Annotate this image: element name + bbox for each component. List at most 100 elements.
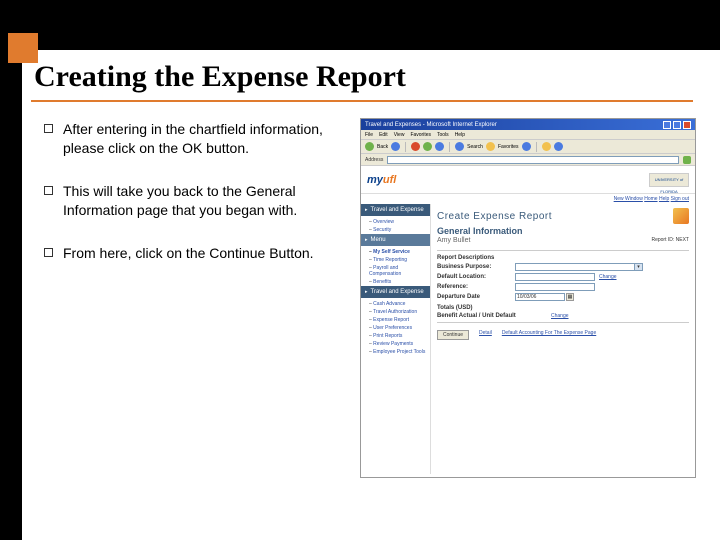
sidenav-item[interactable]: Payroll and Compensation <box>361 264 430 278</box>
slide-border-top <box>0 0 720 50</box>
toolbar-separator <box>536 142 537 152</box>
departure-date-input[interactable]: 10/03/06 <box>515 293 565 301</box>
menu-view[interactable]: View <box>394 132 405 138</box>
myufl-logo: myufl <box>367 174 396 186</box>
sidenav-item[interactable]: Time Reporting <box>361 256 430 264</box>
benefit-label: Benefit Actual / Unit Default <box>437 313 547 319</box>
address-label: Address <box>365 157 383 163</box>
reference-input[interactable] <box>515 283 595 291</box>
help-link[interactable]: Help <box>659 196 669 202</box>
divider <box>437 322 689 323</box>
menu-file[interactable]: File <box>365 132 373 138</box>
employee-name: Amy Bullet <box>437 237 470 244</box>
refresh-icon[interactable] <box>423 142 432 151</box>
sidenav-item[interactable]: Travel Authorization <box>361 308 430 316</box>
logo-ufl: ufl <box>383 174 396 186</box>
change-link-2[interactable]: Change <box>551 313 569 319</box>
favorites-icon[interactable] <box>486 142 495 151</box>
back-icon[interactable] <box>365 142 374 151</box>
slide-title: Creating the Expense Report <box>34 60 406 94</box>
close-icon[interactable] <box>683 121 691 129</box>
report-desc-label: Report Descriptions <box>437 255 689 261</box>
calendar-icon[interactable]: ▦ <box>566 293 574 301</box>
sidenav-section-menu[interactable]: Menu <box>361 234 430 246</box>
home-icon[interactable] <box>435 142 444 151</box>
report-id-value: NEXT <box>676 237 689 243</box>
sidenav-section-travel[interactable]: Travel and Expense <box>361 204 430 216</box>
bullet-marker-icon <box>44 186 53 195</box>
menu-tools[interactable]: Tools <box>437 132 449 138</box>
slide-border-left <box>0 0 22 540</box>
default-accounting-link[interactable]: Default Accounting For The Expense Page <box>502 330 596 336</box>
forward-icon[interactable] <box>391 142 400 151</box>
continue-button[interactable]: Continue <box>437 330 469 340</box>
search-icon[interactable] <box>455 142 464 151</box>
history-icon[interactable] <box>522 142 531 151</box>
sidenav-item[interactable]: Review Payments <box>361 340 430 348</box>
menu-favorites[interactable]: Favorites <box>410 132 431 138</box>
expense-cube-icon <box>673 208 689 224</box>
menu-edit[interactable]: Edit <box>379 132 388 138</box>
sidenav-section-te[interactable]: Travel and Expense <box>361 286 430 298</box>
bullet-list: After entering in the chartfield informa… <box>44 120 344 286</box>
sidenav-selfservice[interactable]: My Self Service <box>361 248 430 256</box>
bullet-text: From here, click on the Continue Button. <box>63 244 314 263</box>
business-purpose-label: Business Purpose: <box>437 264 515 270</box>
browser-toolbar: Back Search Favorites <box>361 140 695 154</box>
sidenav-item[interactable]: Cash Advance <box>361 300 430 308</box>
app-header: myufl UNIVERSITY of FLORIDA <box>361 166 695 194</box>
side-nav: Travel and Expense Overview Security Men… <box>361 204 431 474</box>
sidenav-item-overview[interactable]: Overview <box>361 218 430 226</box>
departure-date-label: Departure Date <box>437 294 515 300</box>
search-label[interactable]: Search <box>467 144 483 150</box>
detail-link[interactable]: Detail <box>479 330 492 336</box>
print-icon[interactable] <box>554 142 563 151</box>
sidenav-item[interactable]: Expense Report <box>361 316 430 324</box>
logo-my: my <box>367 174 383 186</box>
window-controls <box>663 121 691 129</box>
default-location-label: Default Location: <box>437 274 515 280</box>
field-row-default-location: Default Location: Change <box>437 273 689 281</box>
page-subheading: General Information <box>437 226 689 236</box>
default-location-input[interactable] <box>515 273 595 281</box>
go-icon[interactable] <box>683 156 691 164</box>
bullet-marker-icon <box>44 248 53 257</box>
employee-row: Amy Bullet Report ID: NEXT <box>437 237 689 247</box>
business-purpose-select[interactable] <box>515 263 635 271</box>
sidenav-item[interactable]: Print Reports <box>361 332 430 340</box>
field-row-business-purpose: Business Purpose: ▾ <box>437 263 689 271</box>
divider <box>437 250 689 251</box>
bullet-marker-icon <box>44 124 53 133</box>
bullet-item: This will take you back to the General I… <box>44 182 344 220</box>
bullet-item: From here, click on the Continue Button. <box>44 244 344 263</box>
sidenav-item[interactable]: Benefits <box>361 278 430 286</box>
bullet-item: After entering in the chartfield informa… <box>44 120 344 158</box>
change-link[interactable]: Change <box>599 274 617 280</box>
home-link[interactable]: Home <box>644 196 657 202</box>
favorites-label[interactable]: Favorites <box>498 144 519 150</box>
stop-icon[interactable] <box>411 142 420 151</box>
bullet-text: This will take you back to the General I… <box>63 182 344 220</box>
minimize-icon[interactable] <box>663 121 671 129</box>
menu-help[interactable]: Help <box>455 132 465 138</box>
browser-menubar: File Edit View Favorites Tools Help <box>361 130 695 140</box>
sidenav-item-security[interactable]: Security <box>361 226 430 234</box>
app-body: Travel and Expense Overview Security Men… <box>361 204 695 474</box>
main-content: Create Expense Report General Informatio… <box>431 204 695 474</box>
newwindow-link[interactable]: New Window <box>614 196 643 202</box>
field-row-benefit: Benefit Actual / Unit Default Change <box>437 313 689 319</box>
maximize-icon[interactable] <box>673 121 681 129</box>
sidenav-item[interactable]: User Preferences <box>361 324 430 332</box>
top-links-row: New Window Home Help Sign out <box>361 194 695 204</box>
title-underline <box>31 100 693 102</box>
chevron-down-icon[interactable]: ▾ <box>635 263 643 271</box>
page-heading-row: Create Expense Report <box>437 208 689 224</box>
toolbar-separator <box>405 142 406 152</box>
back-label[interactable]: Back <box>377 144 388 150</box>
address-input[interactable] <box>387 156 679 164</box>
sidenav-item[interactable]: Employee Project Tools <box>361 348 430 356</box>
address-bar: Address <box>361 154 695 166</box>
signout-link[interactable]: Sign out <box>671 196 689 202</box>
mail-icon[interactable] <box>542 142 551 151</box>
embedded-screenshot: Travel and Expenses - Microsoft Internet… <box>360 118 696 478</box>
